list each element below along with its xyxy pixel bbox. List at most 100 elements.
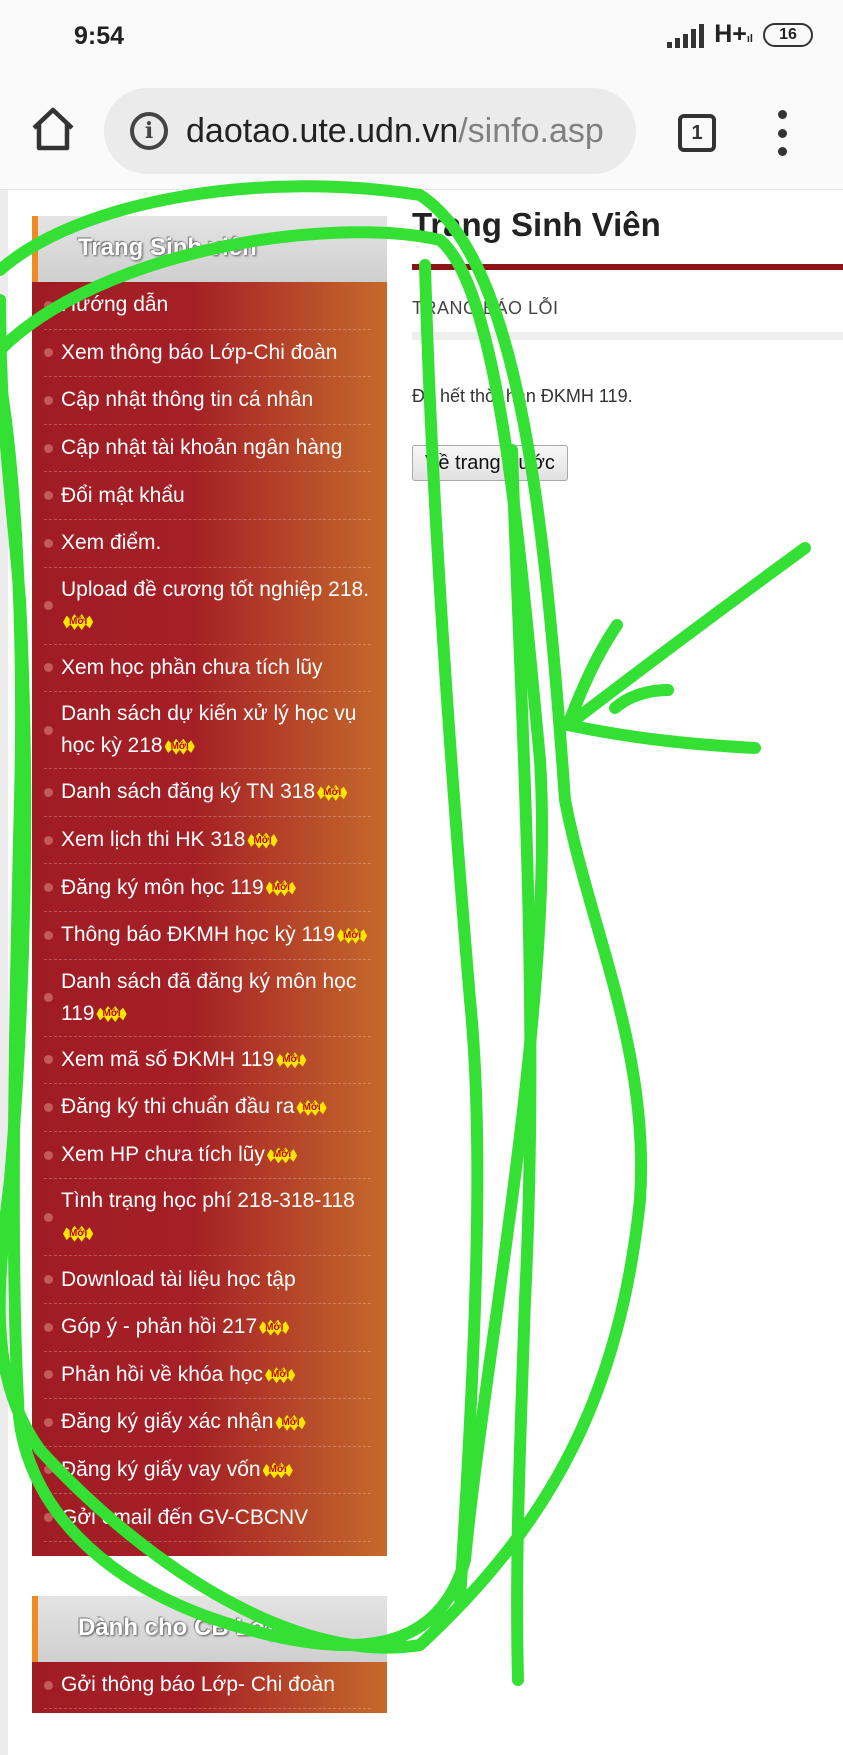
- sidebar-menu-label[interactable]: Xem HP chưa tích lũy Mới: [61, 1139, 298, 1171]
- sidebar-menu-label[interactable]: Đăng ký thi chuẩn đầu ra Mới: [61, 1091, 327, 1123]
- web-page: Trang Sinh viên Hướng dẫn Xem thông báo L…: [0, 190, 843, 1755]
- sidebar-menu-item[interactable]: Hướng dẫn: [44, 282, 371, 330]
- sidebar-menu-item[interactable]: Đăng ký giấy vay vốn Mới: [44, 1447, 371, 1495]
- sidebar-menu-item[interactable]: Download tài liệu học tập: [44, 1256, 371, 1304]
- bullet-icon: [44, 993, 53, 1003]
- section-divider: [412, 332, 843, 340]
- new-badge-icon: Mới: [63, 1225, 94, 1242]
- bullet-icon: [44, 538, 53, 548]
- status-indicators: H+ıl 16: [667, 20, 813, 49]
- student-menu-title: Trang Sinh viên: [78, 234, 257, 261]
- sidebar-menu-label[interactable]: Xem lịch thi HK 318 Mới: [61, 824, 278, 856]
- url-text[interactable]: daotao.ute.udn.vn/sinfo.asp: [186, 112, 616, 151]
- sidebar-menu-item[interactable]: Xem mã số ĐKMH 119 Mới: [44, 1037, 371, 1085]
- sidebar-menu-label[interactable]: Xem thông báo Lớp-Chi đoàn: [61, 337, 337, 369]
- sidebar-menu-item[interactable]: Gởi email đến GV-CBCNV: [44, 1494, 371, 1542]
- sidebar-menu-label[interactable]: Upload đề cương tốt nghiệp 218.Mới: [61, 574, 371, 638]
- sidebar-menu-label[interactable]: Danh sách đăng ký TN 318 Mới: [61, 776, 348, 808]
- sidebar-menu-item[interactable]: Gởi thông báo Lớp- Chi đoàn: [44, 1662, 371, 1710]
- sidebar-menu-label[interactable]: Danh sách dự kiến xử lý học vụ học kỳ 21…: [61, 698, 371, 762]
- sidebar-menu-label[interactable]: Thông báo ĐKMH học kỳ 119 Mới: [61, 919, 368, 951]
- bullet-icon: [44, 1150, 53, 1160]
- bullet-icon: [44, 1680, 53, 1690]
- sidebar-menu-item[interactable]: Upload đề cương tốt nghiệp 218.Mới: [44, 568, 371, 645]
- sidebar-menu-item[interactable]: Xem lịch thi HK 318 Mới: [44, 817, 371, 865]
- sidebar-menu-item[interactable]: Cập nhật thông tin cá nhân: [44, 377, 371, 425]
- sidebar-menu-label[interactable]: Tình trạng học phí 218-318-118Mới: [61, 1185, 371, 1249]
- bullet-icon: [44, 1513, 53, 1523]
- sidebar-menu-item[interactable]: Góp ý - phản hồi 217 Mới: [44, 1304, 371, 1352]
- sidebar-menu-item[interactable]: Xem HP chưa tích lũy Mới: [44, 1132, 371, 1180]
- bullet-icon: [44, 443, 53, 453]
- sidebar-menu-item[interactable]: Đăng ký giấy xác nhận Mới: [44, 1399, 371, 1447]
- address-bar[interactable]: i daotao.ute.udn.vn/sinfo.asp: [104, 88, 636, 174]
- bullet-icon: [44, 1465, 53, 1475]
- sidebar-menu-item[interactable]: Phản hồi về khóa học Mới: [44, 1352, 371, 1400]
- student-menu-header: Trang Sinh viên: [32, 216, 387, 282]
- sidebar-menu-label[interactable]: Cập nhật thông tin cá nhân: [61, 384, 313, 416]
- sidebar-menu-item[interactable]: Xem học phần chưa tích lũy: [44, 645, 371, 693]
- home-icon: [32, 107, 74, 151]
- bullet-icon: [44, 1417, 53, 1427]
- new-badge-icon: Mới: [164, 738, 195, 755]
- status-bar: 9:54 H+ıl 16: [0, 0, 843, 76]
- sidebar-menu-label[interactable]: Phản hồi về khóa học Mới: [61, 1359, 296, 1391]
- student-menu-list: Hướng dẫn Xem thông báo Lớp-Chi đoàn Cập n…: [32, 282, 387, 1556]
- new-badge-icon: Mới: [275, 1414, 306, 1431]
- sidebar-menu-label[interactable]: Góp ý - phản hồi 217 Mới: [61, 1311, 290, 1343]
- page-title: Trang Sinh Viên: [412, 206, 661, 243]
- sidebar-menu-item[interactable]: Danh sách đã đăng ký môn học 119 Mới: [44, 960, 371, 1037]
- info-icon[interactable]: i: [130, 112, 168, 150]
- class-officer-title: Dành cho CB Lớp: [78, 1613, 282, 1641]
- sidebar-menu-label[interactable]: Gởi thông báo Lớp- Chi đoàn: [61, 1669, 335, 1701]
- more-vert-icon[interactable]: [772, 110, 792, 156]
- sidebar-menu-label[interactable]: Xem điểm.: [61, 527, 161, 559]
- sidebar-menu-label[interactable]: Danh sách đã đăng ký môn học 119 Mới: [61, 966, 371, 1030]
- new-badge-icon: Mới: [265, 880, 296, 897]
- battery-icon: 16: [763, 22, 813, 47]
- status-time: 9:54: [74, 22, 125, 50]
- sidebar-menu-label[interactable]: Đăng ký môn học 119 Mới: [61, 872, 296, 904]
- sidebar-menu-item[interactable]: Xem thông báo Lớp-Chi đoàn: [44, 330, 371, 378]
- home-button[interactable]: [28, 104, 78, 154]
- sidebar-menu-label[interactable]: Xem học phần chưa tích lũy: [61, 652, 323, 684]
- sidebar-menu-item[interactable]: Danh sách đăng ký TN 318 Mới: [44, 769, 371, 817]
- sidebar-menu-item[interactable]: Danh sách dự kiến xử lý học vụ học kỳ 21…: [44, 692, 371, 770]
- class-officer-header: Dành cho CB Lớp: [32, 1595, 387, 1662]
- bullet-icon: [44, 300, 53, 310]
- sidebar-menu-label[interactable]: Download tài liệu học tập: [61, 1264, 296, 1296]
- sidebar-menu-label[interactable]: Đổi mật khẩu: [61, 480, 185, 512]
- bullet-icon: [44, 1322, 53, 1332]
- sidebar-menu-item[interactable]: Đổi mật khẩu: [44, 472, 371, 520]
- sidebar-menu-item[interactable]: Đăng ký thi chuẩn đầu ra Mới: [44, 1084, 371, 1132]
- new-badge-icon: Mới: [336, 927, 368, 944]
- sidebar-menu-item[interactable]: Tình trạng học phí 218-318-118Mới: [44, 1179, 371, 1257]
- sidebar-menu-label[interactable]: Đăng ký giấy xác nhận Mới: [61, 1406, 306, 1438]
- sidebar-menu-item[interactable]: Cập nhật tài khoản ngân hàng: [44, 425, 371, 473]
- back-button[interactable]: Về trang trước: [412, 445, 568, 481]
- sidebar-menu-label[interactable]: Hướng dẫn: [61, 289, 168, 321]
- network-activity-icon: ıl: [746, 33, 753, 45]
- class-officer-box: Dành cho CB Lớp Gởi thông báo Lớp- Chi đ…: [32, 1595, 387, 1714]
- bullet-icon: [44, 1055, 53, 1065]
- sidebar-menu-label[interactable]: Xem mã số ĐKMH 119 Mới: [61, 1044, 307, 1076]
- bullet-icon: [44, 1275, 53, 1285]
- sidebar-menu-label[interactable]: Cập nhật tài khoản ngân hàng: [61, 432, 342, 464]
- bullet-icon: [44, 348, 53, 358]
- sidebar-menu-item[interactable]: Xem điểm.: [44, 520, 371, 568]
- new-badge-icon: Mới: [259, 1319, 290, 1336]
- bullet-icon: [44, 930, 53, 940]
- sidebar-menu-label[interactable]: Đăng ký giấy vay vốn Mới: [61, 1454, 293, 1486]
- bullet-icon: [44, 1212, 53, 1222]
- tabs-button[interactable]: 1: [678, 114, 716, 152]
- new-badge-icon: Mới: [96, 1005, 127, 1022]
- student-menu-box: Trang Sinh viên Hướng dẫn Xem thông báo L…: [32, 216, 387, 1556]
- new-badge-icon: Mới: [266, 1147, 298, 1164]
- sidebar-menu-label[interactable]: Gởi email đến GV-CBCNV: [61, 1502, 308, 1534]
- new-badge-icon: Mới: [296, 1099, 327, 1116]
- bullet-icon: [44, 725, 53, 735]
- sidebar-menu-item[interactable]: Thông báo ĐKMH học kỳ 119 Mới: [44, 912, 371, 960]
- bullet-icon: [44, 663, 53, 673]
- class-officer-list: Gởi thông báo Lớp- Chi đoàn: [32, 1661, 387, 1714]
- sidebar-menu-item[interactable]: Đăng ký môn học 119 Mới: [44, 864, 371, 912]
